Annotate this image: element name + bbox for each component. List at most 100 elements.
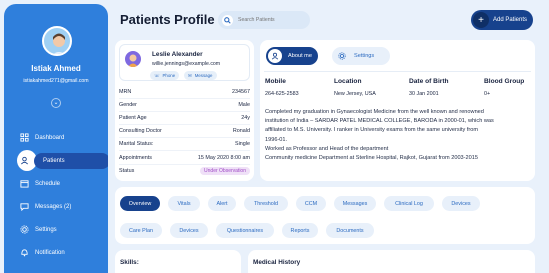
bio-line: affiliated to M.S. University. I ranker … [265, 127, 479, 134]
patient-name: Leslie Alexander [152, 51, 203, 58]
skills-title: Skills: [120, 259, 139, 266]
info-col-blood: Blood Group 0+ [484, 78, 530, 97]
info-value: New Jersey, USA [334, 91, 376, 97]
sidebar-item-settings[interactable]: Settings [4, 218, 108, 241]
search-input[interactable] [238, 17, 308, 23]
phone-label: Phone [162, 73, 176, 78]
detail-row-appointments: Appointments 15 May 2020 8:00 am [119, 151, 250, 165]
sidebar-item-label: Dashboard [35, 134, 65, 141]
bio-line: Completed my graduation in Gynaecologist… [265, 109, 484, 115]
detail-value: 234567 [232, 89, 250, 96]
bio-line: institution of India – SARDAR PATEL MEDI… [265, 118, 494, 125]
patient-card: Leslie Alexander willie.jennings@example… [115, 40, 254, 181]
sidebar-item-patients[interactable]: Patients [4, 149, 108, 172]
detail-row-status: Status Under Observation [119, 165, 250, 178]
tab-overview[interactable]: Overview [120, 196, 160, 211]
tab-reports[interactable]: Reports [282, 223, 318, 238]
plus-icon: + [473, 12, 489, 28]
tab-alert[interactable]: Alert [208, 196, 236, 211]
info-heading: Date of Birth [409, 78, 449, 85]
bell-icon [21, 249, 28, 257]
user-avatar[interactable] [42, 26, 72, 56]
info-col-location: Location New Jersey, USA [334, 78, 409, 97]
tab-about-label: About me [288, 53, 312, 59]
phone-icon: ☏ [154, 72, 160, 78]
detail-row-gender: Gender Male [119, 99, 250, 113]
tab-row-2: Care Plan Devices Questionnaires Reports… [120, 223, 382, 238]
tab-messages[interactable]: Messages [334, 196, 376, 211]
phone-button[interactable]: ☏ Phone [150, 71, 180, 80]
sidebar-item-label: Settings [35, 226, 57, 233]
tab-clinical-log[interactable]: Clinical Log [384, 196, 434, 211]
bio-text: Completed my graduation in Gynaecologist… [265, 108, 529, 163]
info-value: 30 Jan 2001 [409, 91, 439, 97]
tab-ccm[interactable]: CCM [296, 196, 326, 211]
sidebar-item-schedule[interactable]: Schedule [4, 172, 108, 195]
gear-icon [20, 225, 29, 234]
patient-details: MRN 234567 Gender Male Patient Age 24y Cons… [119, 86, 250, 178]
sidebar: Istiak Ahmed istiakahmed271@gmail.com ⌄ … [4, 4, 108, 273]
tab-questionnaires[interactable]: Questionnaires [216, 223, 274, 238]
tab-devices[interactable]: Devices [442, 196, 480, 211]
search-bar[interactable] [218, 11, 310, 29]
detail-value: Single [235, 141, 250, 148]
tab-vitals[interactable]: Vitals [168, 196, 200, 211]
message-button[interactable]: ✉ Message [184, 71, 217, 80]
sidebar-item-label: Notification [35, 249, 65, 256]
skills-card: Skills: [115, 250, 241, 273]
search-icon[interactable] [222, 14, 233, 26]
collapse-toggle-icon[interactable]: ⌄ [51, 98, 61, 108]
mail-icon: ✉ [188, 72, 192, 78]
detail-row-doctor: Consulting Doctor Ronald [119, 125, 250, 139]
sidebar-nav: Dashboard Patients Schedule Messages (2)… [4, 126, 108, 264]
bio-line: 1996-01. [265, 136, 288, 143]
info-heading: Mobile [265, 78, 286, 85]
add-patient-button[interactable]: + Add Patients [471, 10, 533, 30]
divider [264, 71, 531, 72]
detail-value: 15 May 2020 8:00 am [197, 154, 250, 161]
patient-header: Leslie Alexander willie.jennings@example… [119, 44, 250, 81]
medical-history-card: Medical History [248, 250, 535, 273]
sidebar-item-messages[interactable]: Messages (2) [4, 195, 108, 218]
detail-value: Ronald [232, 128, 250, 135]
detail-label: Appointments [119, 154, 152, 161]
tab-settings[interactable]: Settings [332, 47, 390, 65]
sidebar-item-label: Patients [43, 157, 65, 164]
medical-history-title: Medical History [253, 259, 301, 266]
message-label: Message [194, 73, 213, 78]
tab-documents[interactable]: Documents [326, 223, 374, 238]
tab-threshold[interactable]: Threshold [244, 196, 288, 211]
add-patient-label: Add Patients [493, 17, 528, 23]
patient-email: willie.jennings@example.com [152, 61, 221, 67]
record-tabs: Overview Vitals Alert Threshold CCM Mess… [115, 187, 535, 244]
sidebar-item-label: Schedule [35, 180, 61, 187]
about-card: About me Settings Mobile 264-625-2583 Loc… [260, 40, 535, 181]
tab-devices-2[interactable]: Devices [170, 223, 208, 238]
tab-care-plan[interactable]: Care Plan [120, 223, 162, 238]
patient-icon [21, 156, 28, 165]
detail-value: Male [238, 102, 250, 109]
tab-about-me[interactable]: About me [266, 47, 318, 65]
info-heading: Blood Group [484, 78, 525, 85]
sidebar-item-label: Messages (2) [35, 203, 72, 210]
detail-label: MRN [119, 89, 132, 96]
info-value: 0+ [484, 91, 491, 97]
detail-row-marital: Marital Status: Single [119, 138, 250, 152]
contact-info: Mobile 264-625-2583 Location New Jersey, U… [265, 78, 530, 97]
tab-settings-label: Settings [354, 53, 375, 59]
detail-label: Patient Age [119, 115, 147, 122]
gear-icon [336, 50, 348, 62]
sidebar-item-dashboard[interactable]: Dashboard [4, 126, 108, 149]
detail-row-mrn: MRN 234567 [119, 86, 250, 100]
message-icon [20, 203, 29, 211]
detail-row-age: Patient Age 24y [119, 112, 250, 126]
patient-avatar [125, 51, 141, 67]
page-title: Patients Profile [120, 12, 215, 27]
detail-label: Marital Status: [119, 141, 154, 148]
info-heading: Location [334, 78, 362, 85]
user-email: istiakahmed271@gmail.com [23, 78, 89, 84]
user-name: Istiak Ahmed [31, 64, 81, 73]
bio-line: Worked as Professor and Head of the depa… [265, 145, 389, 152]
grid-icon [20, 133, 29, 142]
sidebar-item-notification[interactable]: Notification [4, 241, 108, 264]
